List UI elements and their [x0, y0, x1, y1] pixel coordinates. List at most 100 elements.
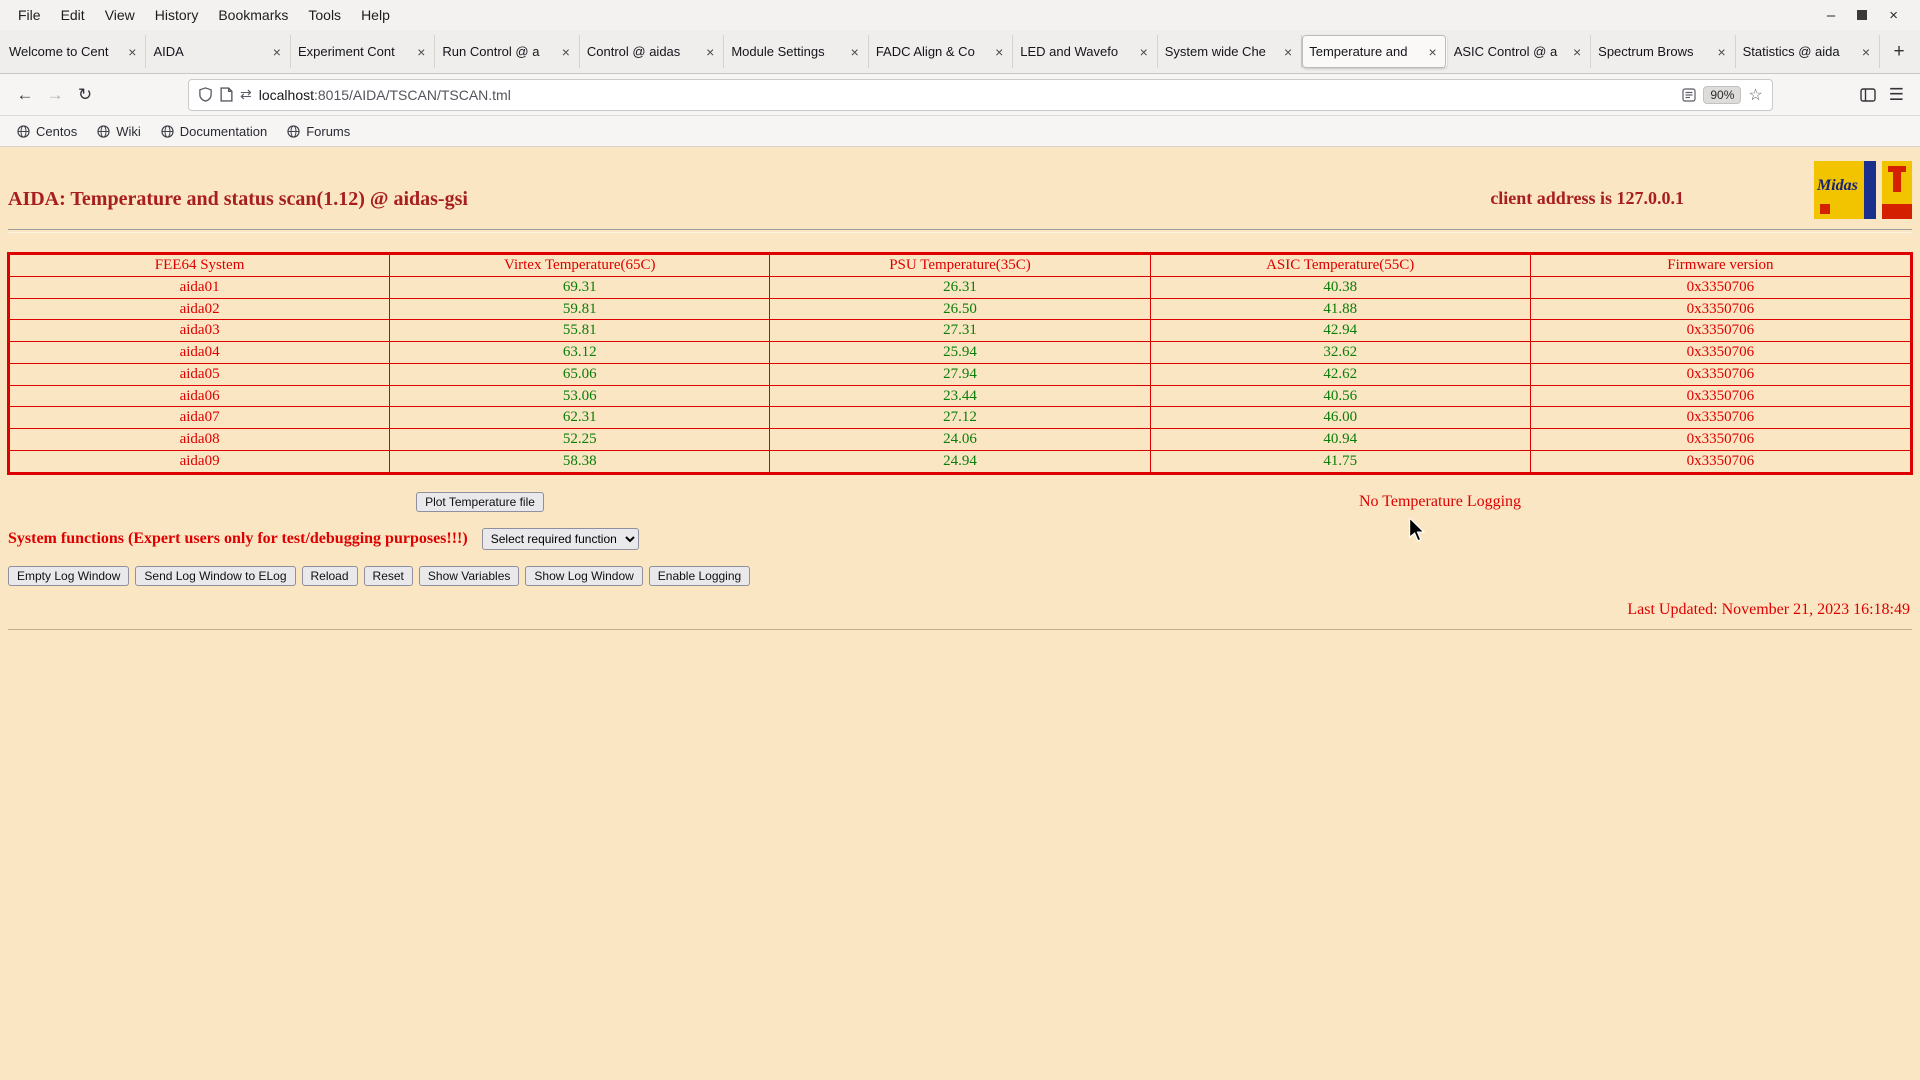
log-action-button[interactable]: Reload [301, 565, 358, 586]
browser-tab[interactable]: System wide Che × [1158, 35, 1303, 68]
page-content: AIDA: Temperature and status scan(1.12) … [0, 147, 1920, 1080]
tab-close-icon[interactable]: × [1282, 44, 1294, 60]
cell-virtex-temp: 59.81 [389, 297, 771, 321]
tab-close-icon[interactable]: × [415, 44, 427, 60]
table-row: aida02 59.81 26.50 41.88 0x3350706 [7, 297, 1913, 321]
tab-title: System wide Che [1164, 44, 1266, 59]
footer-divider [8, 628, 1912, 631]
bookmark-item[interactable]: Forums [280, 122, 357, 141]
menu-item[interactable]: Help [351, 4, 400, 26]
browser-tab[interactable]: Welcome to Cent × [2, 35, 147, 68]
zoom-level-badge[interactable]: 90% [1703, 85, 1742, 104]
cell-system: aida03 [7, 319, 391, 342]
log-action-button[interactable]: Show Variables [418, 565, 520, 586]
cell-psu-temp: 27.31 [769, 319, 1151, 342]
bookmark-item[interactable]: Centos [10, 122, 84, 141]
browser-tab[interactable]: FADC Align & Co × [869, 35, 1014, 68]
menu-item[interactable]: Bookmarks [208, 4, 298, 26]
browser-tab[interactable]: Experiment Cont × [291, 35, 436, 68]
system-functions-label: System functions (Expert users only for … [8, 529, 468, 547]
cell-system: aida08 [7, 428, 391, 451]
forward-button[interactable]: → [40, 80, 70, 110]
browser-tab[interactable]: ASIC Control @ a × [1447, 35, 1592, 68]
cell-asic-temp: 41.75 [1149, 449, 1531, 474]
tab-close-icon[interactable]: × [849, 44, 861, 60]
plot-temperature-button[interactable]: Plot Temperature file [416, 491, 544, 512]
plot-row: Plot Temperature file No Temperature Log… [0, 491, 1920, 512]
menu-item[interactable]: Tools [298, 4, 351, 26]
reload-button[interactable]: ↻ [70, 80, 100, 110]
maximize-button[interactable] [1857, 10, 1868, 20]
table-row: aida05 65.06 27.94 42.62 0x3350706 [7, 362, 1913, 386]
browser-tab[interactable]: Control @ aidas × [580, 35, 725, 68]
browser-tab[interactable]: Run Control @ a × [435, 35, 580, 68]
bookmark-item[interactable]: Wiki [90, 122, 148, 141]
cell-virtex-temp: 69.31 [389, 275, 771, 299]
globe-icon [17, 124, 30, 138]
log-action-button[interactable]: Reset [363, 565, 413, 586]
tab-close-icon[interactable]: × [993, 44, 1005, 60]
browser-tab[interactable]: Spectrum Brows × [1591, 35, 1736, 68]
menu-item[interactable]: File [8, 4, 51, 26]
secondary-logo [1882, 161, 1912, 219]
function-select[interactable]: Select required function [481, 527, 639, 550]
cell-firmware: 0x3350706 [1529, 384, 1913, 408]
window-controls: – × [1827, 7, 1912, 24]
cell-asic-temp: 41.88 [1149, 297, 1531, 321]
log-action-button[interactable]: Send Log Window to ELog [135, 565, 296, 586]
menu-item[interactable]: View [95, 4, 145, 26]
menu-item[interactable]: History [145, 4, 209, 26]
url-bar[interactable]: ⇄ localhost:8015/AIDA/TSCAN/TSCAN.tml 90… [188, 78, 1773, 111]
app-menu-icon[interactable]: ☰ [1883, 85, 1910, 105]
browser-tab[interactable]: AIDA × [146, 35, 291, 68]
tab-close-icon[interactable]: × [126, 44, 138, 60]
midas-logo-text: Midas [1817, 177, 1858, 194]
log-action-button[interactable]: Enable Logging [648, 565, 751, 586]
tab-close-icon[interactable]: × [1715, 44, 1727, 60]
tab-close-icon[interactable]: × [1138, 44, 1150, 60]
swap-arrows-icon[interactable]: ⇄ [240, 86, 252, 103]
browser-tab[interactable]: Statistics @ aida × [1736, 35, 1881, 68]
no-logging-status: No Temperature Logging [1358, 492, 1522, 510]
sidebar-icon[interactable] [1853, 80, 1883, 110]
cell-asic-temp: 42.62 [1149, 362, 1531, 386]
column-header: Virtex Temperature(65C) [389, 253, 771, 277]
tab-close-icon[interactable]: × [1427, 44, 1439, 60]
globe-icon [161, 124, 174, 138]
tracking-shield-icon[interactable] [198, 87, 213, 102]
browser-tab[interactable]: Module Settings × [724, 35, 869, 68]
cell-system: aida06 [7, 384, 391, 408]
cell-firmware: 0x3350706 [1529, 362, 1913, 386]
tab-close-icon[interactable]: × [1860, 44, 1872, 60]
cell-system: aida05 [7, 362, 391, 386]
page-info-icon[interactable] [220, 87, 233, 102]
cell-system: aida09 [7, 449, 391, 474]
reader-mode-icon[interactable] [1682, 87, 1696, 102]
midas-logo-square [1820, 204, 1830, 214]
url-text: localhost:8015/AIDA/TSCAN/TSCAN.tml [259, 87, 1676, 103]
cell-virtex-temp: 52.25 [389, 428, 771, 451]
browser-tab[interactable]: Temperature and × [1302, 35, 1447, 68]
table-row: aida04 63.12 25.94 32.62 0x3350706 [7, 341, 1913, 364]
browser-tab[interactable]: LED and Wavefo × [1013, 35, 1158, 68]
table-row: aida07 62.31 27.12 46.00 0x3350706 [7, 406, 1913, 429]
bookmark-label: Centos [36, 123, 78, 139]
bookmark-star-icon[interactable]: ☆ [1748, 85, 1762, 105]
back-button[interactable]: ← [10, 80, 40, 110]
tab-close-icon[interactable]: × [1571, 44, 1583, 60]
cell-virtex-temp: 58.38 [389, 449, 771, 474]
tab-close-icon[interactable]: × [271, 44, 283, 60]
log-action-button[interactable]: Show Log Window [525, 565, 643, 586]
tab-title: ASIC Control @ a [1453, 44, 1558, 59]
log-action-button[interactable]: Empty Log Window [8, 565, 130, 586]
close-button[interactable]: × [1889, 7, 1898, 24]
cell-psu-temp: 24.06 [769, 428, 1151, 451]
tab-close-icon[interactable]: × [560, 44, 572, 60]
bookmark-item[interactable]: Documentation [154, 122, 274, 141]
column-header: Firmware version [1529, 253, 1913, 277]
minimize-button[interactable]: – [1827, 7, 1835, 24]
new-tab-button[interactable]: + [1880, 30, 1918, 73]
cell-asic-temp: 40.38 [1149, 275, 1531, 299]
tab-close-icon[interactable]: × [704, 44, 716, 60]
menu-item[interactable]: Edit [51, 4, 95, 26]
